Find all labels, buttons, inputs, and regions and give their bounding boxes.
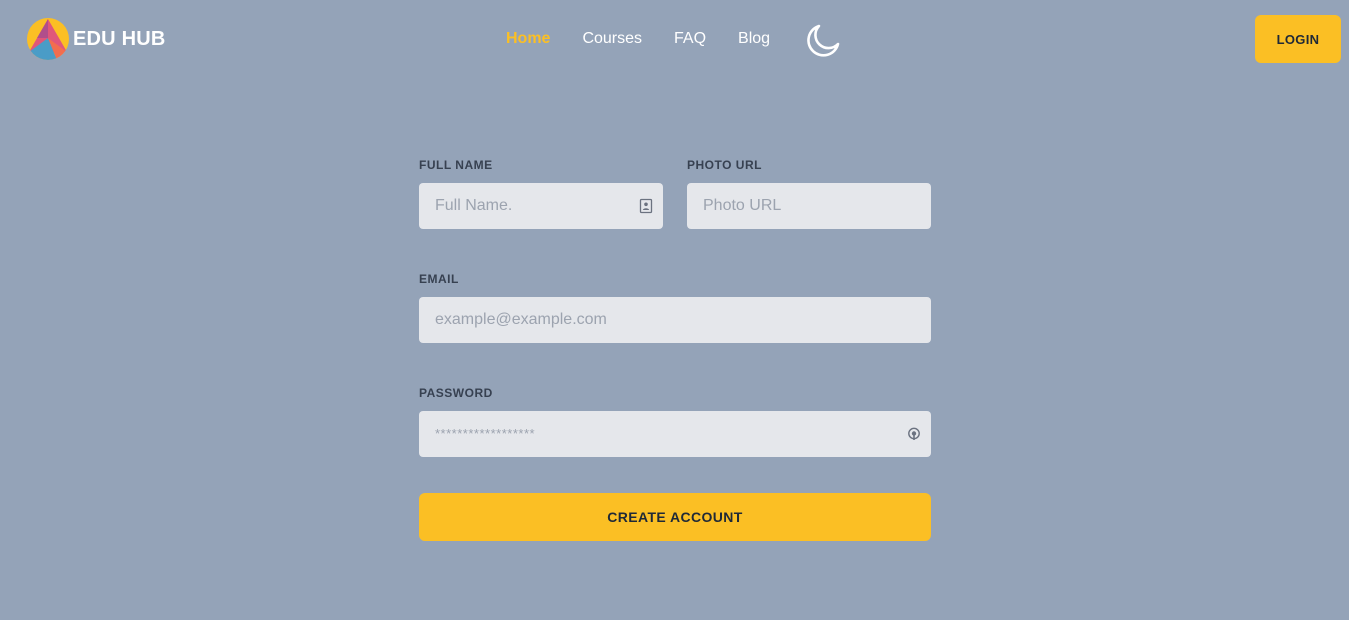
nav-link-faq[interactable]: FAQ (674, 30, 706, 48)
contact-card-icon (639, 198, 653, 214)
name-photo-row: FULL NAME PHOTO URL (419, 158, 931, 229)
password-label: PASSWORD (419, 386, 493, 400)
photo-url-input[interactable] (687, 183, 931, 229)
photo-url-input-wrap (687, 183, 931, 229)
edu-hub-logo-icon (27, 18, 69, 60)
login-button[interactable]: LOGIN (1255, 15, 1341, 63)
email-label: EMAIL (419, 272, 459, 286)
moon-icon[interactable] (805, 22, 841, 58)
photo-url-label: PHOTO URL (687, 158, 762, 172)
brand[interactable]: EDU HUB (25, 18, 166, 60)
nav-link-home[interactable]: Home (506, 30, 550, 48)
nav-link-courses[interactable]: Courses (582, 30, 642, 48)
full-name-field: FULL NAME (419, 158, 663, 229)
password-input-wrap (419, 411, 931, 457)
register-form: FULL NAME PHOTO URL EMAIL PASSWORD (419, 158, 931, 541)
photo-url-field: PHOTO URL (687, 158, 931, 229)
email-input[interactable] (419, 297, 931, 343)
nav-link-blog[interactable]: Blog (738, 30, 770, 48)
email-input-wrap (419, 297, 931, 343)
fingerprint-icon[interactable] (907, 426, 921, 442)
navbar: EDU HUB Home Courses FAQ Blog LOGIN (0, 0, 1349, 78)
main-nav: Home Courses FAQ Blog (506, 28, 802, 50)
create-account-button[interactable]: CREATE ACCOUNT (419, 493, 931, 541)
full-name-input[interactable] (419, 183, 663, 229)
email-field: EMAIL (419, 272, 931, 343)
full-name-input-wrap (419, 183, 663, 229)
brand-name: EDU HUB (73, 27, 166, 50)
password-input[interactable] (419, 411, 931, 457)
full-name-label: FULL NAME (419, 158, 493, 172)
password-field: PASSWORD (419, 386, 931, 457)
